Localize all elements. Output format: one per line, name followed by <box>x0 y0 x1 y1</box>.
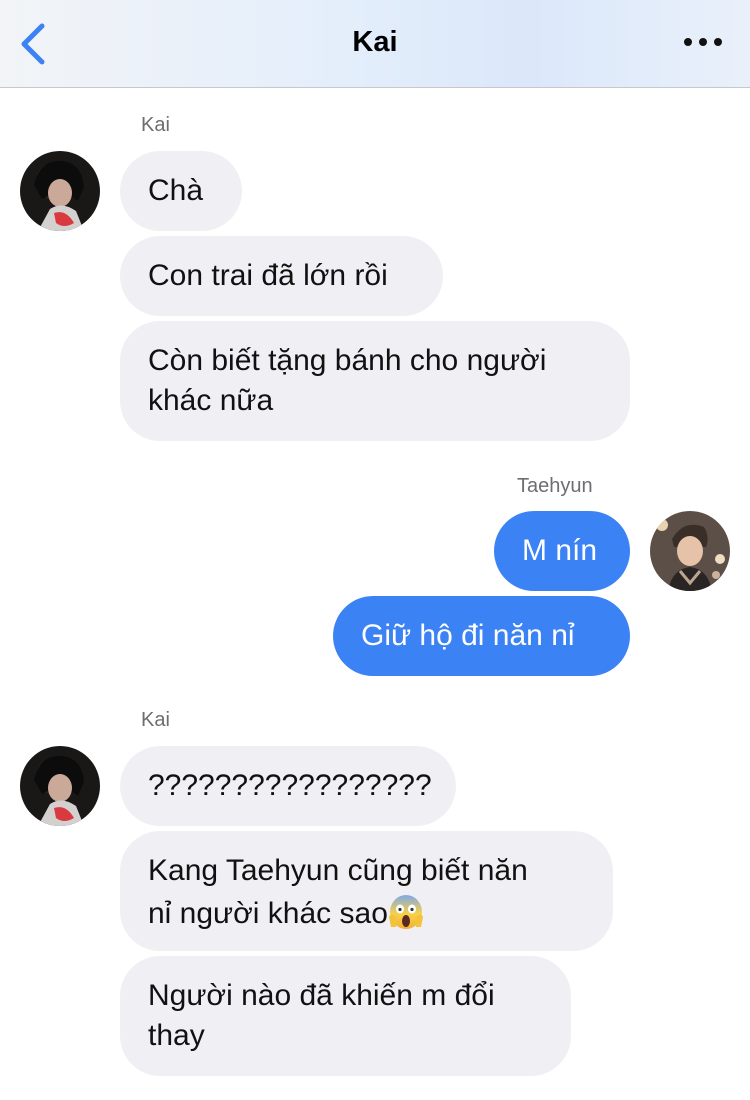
sender-name: Taehyun <box>517 475 593 497</box>
more-icon-dot <box>714 38 722 46</box>
message-bubble[interactable]: Chà <box>120 151 242 231</box>
avatar-image <box>20 151 100 231</box>
message-bubble[interactable]: ????????????????? <box>120 746 456 826</box>
avatar-taehyun[interactable] <box>650 511 730 591</box>
message-text-line: thay <box>148 1019 205 1052</box>
more-options-button[interactable] <box>684 38 722 50</box>
message-text: Giữ hộ đi năn nỉ <box>361 619 575 652</box>
more-icon-dot <box>684 38 692 46</box>
message-bubble[interactable]: Giữ hộ đi năn nỉ <box>333 596 630 676</box>
message-bubble[interactable]: Người nào đã khiến m đổi thay <box>120 956 571 1076</box>
message-bubble[interactable]: Kang Taehyun cũng biết năn nỉ người khác… <box>120 831 613 951</box>
message-text: nỉ người khác sao <box>148 897 388 930</box>
avatar-kai[interactable] <box>20 746 100 826</box>
more-icon-dot <box>699 38 707 46</box>
message-bubble[interactable]: M nín <box>494 511 630 591</box>
avatar-image <box>20 746 100 826</box>
message-text-line: Còn biết tặng bánh cho người <box>148 344 547 377</box>
message-text: M nín <box>522 534 598 567</box>
message-text-line: khác nữa <box>148 384 274 417</box>
chat-header: Kai <box>0 0 750 88</box>
sender-name: Kai <box>141 709 170 731</box>
message-bubble[interactable]: Con trai đã lớn rồi <box>120 236 443 316</box>
message-text: ????????????????? <box>148 769 432 802</box>
message-text-line: Kang Taehyun cũng biết năn <box>148 854 528 887</box>
message-text-line: Người nào đã khiến m đổi <box>148 979 495 1012</box>
avatar-image <box>650 511 730 591</box>
chat-title[interactable]: Kai <box>0 26 750 59</box>
message-text: Con trai đã lớn rồi <box>148 259 388 292</box>
message-text-line: nỉ người khác sao <box>148 891 585 934</box>
sender-name: Kai <box>141 114 170 136</box>
avatar-kai[interactable] <box>20 151 100 231</box>
face-screaming-in-fear-emoji <box>388 895 423 929</box>
message-text: Chà <box>148 174 204 207</box>
message-bubble[interactable]: Còn biết tặng bánh cho người khác nữa <box>120 321 630 441</box>
